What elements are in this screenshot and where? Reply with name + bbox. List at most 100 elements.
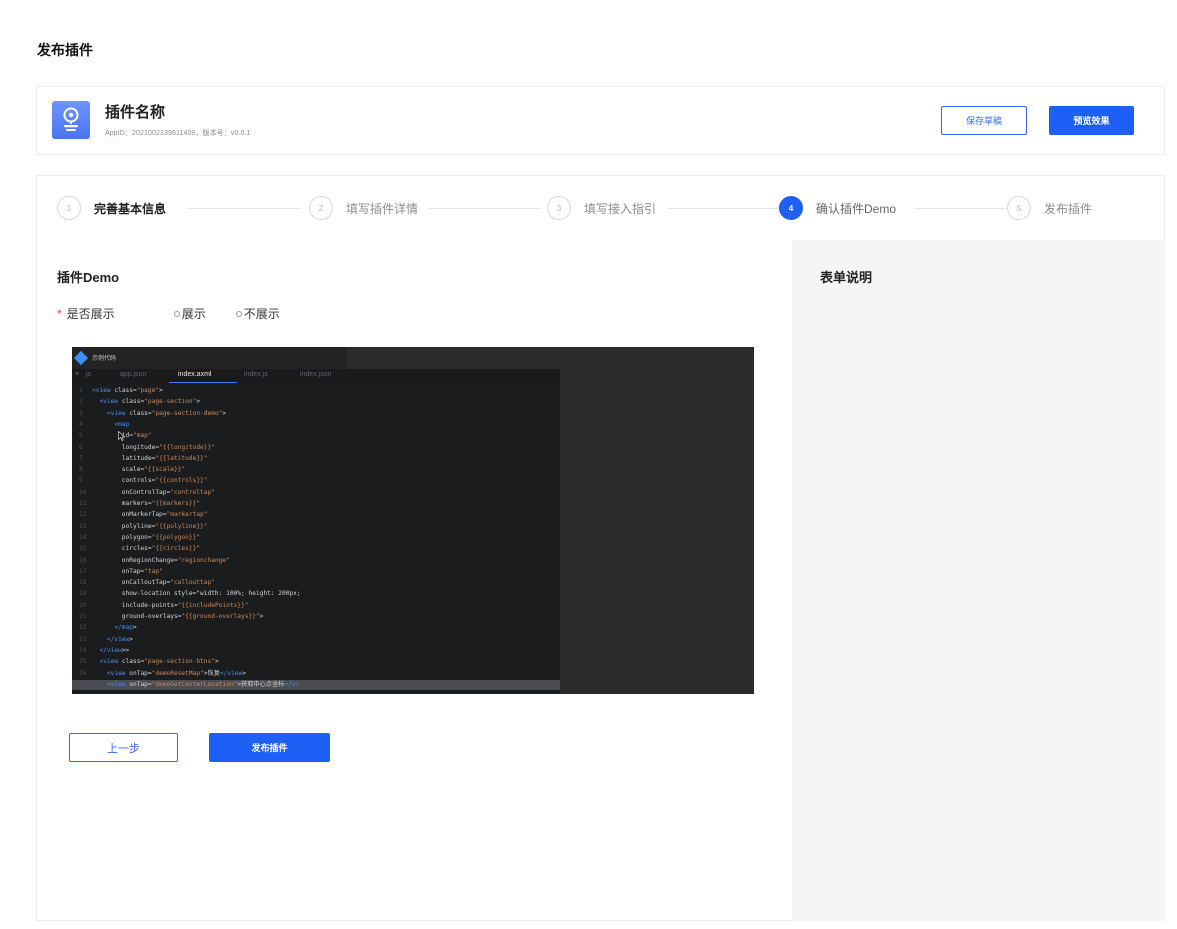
- code-text: </map>: [114, 624, 137, 632]
- line-number: 21: [79, 613, 87, 620]
- line-number: 25: [79, 658, 87, 666]
- code-text: onMarkerTap="markertap": [92, 511, 208, 519]
- line-number: 3: [79, 409, 83, 417]
- code-text: </view>>: [99, 646, 130, 654]
- line-number: 1: [79, 387, 83, 394]
- code-text: <view onTap="demoResetMap">恢复</view>: [106, 669, 246, 677]
- step-connector: [187, 208, 301, 209]
- code-line: 4 <map: [72, 420, 560, 430]
- demo-code-screenshot: 示例代码 ≡ js app.json index.axml index.js i…: [72, 347, 754, 694]
- line-number: 13: [79, 522, 87, 530]
- step-label: 填写接入指引: [584, 201, 657, 216]
- code-text: <view class="page-section-btns">: [99, 658, 219, 666]
- code-text: <view class="page-section">: [99, 398, 201, 406]
- line-number: 4: [79, 420, 83, 428]
- code-text: show-location style="width: 100%; height…: [92, 590, 301, 598]
- code-line: 12 onMarkerTap="markertap": [72, 510, 560, 520]
- demo-form-panel: 插件Demo * 是否展示 展示 不展示 示例代码 ≡ js app.json …: [36, 240, 792, 921]
- required-mark: *: [57, 306, 62, 321]
- save-draft-button[interactable]: 保存草稿: [941, 106, 1027, 135]
- publish-button[interactable]: 发布插件: [209, 733, 330, 762]
- prev-step-button[interactable]: 上一步: [69, 733, 178, 762]
- code-line: 5 id="map": [72, 431, 560, 441]
- preview-button[interactable]: 预览效果: [1049, 106, 1134, 135]
- step-3: 3 填写接入指引: [547, 196, 656, 220]
- radio-show[interactable]: 展示: [173, 305, 206, 322]
- radio-circle-icon: [235, 310, 242, 317]
- line-number: 19: [79, 590, 87, 598]
- code-window-title: 示例代码: [92, 356, 117, 362]
- code-text: polygon="{{polygon}}": [92, 533, 201, 541]
- code-line: 17 onTap="tap": [72, 567, 560, 577]
- code-line: 27 <view onTap="demoGetCenterLocation">获…: [72, 679, 560, 690]
- line-number: 20: [79, 601, 87, 609]
- step-4: 4 确认插件Demo: [779, 196, 896, 220]
- code-line: 22 </map>: [72, 623, 560, 633]
- code-text: controls="{{controls}}": [92, 477, 208, 485]
- code-line: 3 <view class="page-section-demo">: [72, 409, 560, 419]
- code-line: 19 show-location style="width: 100%; hei…: [72, 589, 560, 599]
- code-line: 24 </view>>: [72, 646, 560, 656]
- code-text: longitude="{{longitude}}": [92, 443, 215, 451]
- radio-label: 展示: [181, 307, 206, 321]
- code-line: 20 include-points="{{includePoints}}": [72, 601, 560, 611]
- code-line: 11 markers="{{markers}}": [72, 499, 560, 509]
- form-instructions-panel: 表单说明: [792, 240, 1165, 921]
- line-number: 11: [79, 500, 87, 507]
- code-text: <map: [114, 420, 130, 428]
- line-number: 8: [79, 466, 83, 474]
- code-tab: index.json: [300, 371, 332, 378]
- code-line: 9 controls="{{controls}}": [72, 476, 560, 486]
- radio-hide[interactable]: 不展示: [235, 305, 280, 322]
- line-number: 22: [79, 624, 87, 632]
- plugin-meta: AppID：2021002139611409，版本号：v0.0.1: [105, 130, 251, 137]
- code-editor: 1 <view class="page"> 2 <view class="page-…: [72, 383, 560, 694]
- step-number: 3: [547, 196, 571, 220]
- radio-circle-icon: [173, 310, 180, 317]
- code-text: onTap="tap": [92, 567, 163, 575]
- code-text: onRegionChange="regionchange": [92, 556, 230, 564]
- code-text: polyline="{{polyline}}": [92, 522, 208, 530]
- code-line: 15 circles="{{circles}}": [72, 544, 560, 554]
- line-number: 24: [79, 646, 87, 654]
- line-number: 26: [79, 669, 87, 677]
- code-line: 1 <view class="page">: [72, 386, 560, 396]
- show-demo-field: * 是否展示 展示 不展示: [57, 305, 280, 322]
- line-number: 17: [79, 567, 87, 575]
- step-1: 1 完善基本信息: [57, 196, 166, 220]
- code-text: <view class="page">: [92, 387, 163, 394]
- code-window-titlebar: 示例代码: [72, 347, 754, 369]
- code-text: scale="{{scale}}": [92, 466, 186, 474]
- menu-icon: ≡: [75, 371, 80, 378]
- line-number: 5: [79, 432, 83, 440]
- step-label: 发布插件: [1044, 201, 1093, 216]
- line-number: 16: [79, 556, 87, 564]
- code-line: 16 onRegionChange="regionchange": [72, 556, 560, 566]
- step-label: 完善基本信息: [94, 201, 167, 216]
- code-tab-active: index.axml: [178, 371, 212, 378]
- step-number: 1: [57, 196, 81, 220]
- code-tab: js: [86, 371, 92, 378]
- code-text: <view onTap="demoGetCenterLocation">获取中心…: [106, 680, 300, 688]
- line-number: 14: [79, 533, 87, 541]
- code-text: <view class="page-section-demo">: [106, 409, 227, 417]
- section-title: 插件Demo: [57, 270, 120, 285]
- code-text: latitude="{{latitude}}": [92, 454, 208, 462]
- line-number: 15: [79, 545, 87, 553]
- line-number: 18: [79, 579, 87, 587]
- code-line: 7 latitude="{{latitude}}": [72, 454, 560, 464]
- plugin-header-card: 插件名称 AppID：2021002139611409，版本号：v0.0.1 保…: [36, 86, 1165, 155]
- code-tab: app.json: [120, 371, 147, 378]
- code-line: 10 onControlTap="controltap": [72, 488, 560, 498]
- code-text: ground-overlays="{{ground-overlays}}">: [92, 613, 264, 620]
- code-text: circles="{{circles}}": [92, 545, 201, 553]
- code-tab: index.js: [244, 371, 268, 378]
- code-text: markers="{{markers}}": [92, 500, 201, 507]
- code-side-pane: [560, 369, 754, 694]
- code-tabs: ≡ js app.json index.axml index.js index.…: [72, 369, 560, 383]
- plugin-name: 插件名称: [105, 104, 166, 121]
- code-line: 2 <view class="page-section">: [72, 397, 560, 407]
- code-line: 13 polyline="{{polyline}}": [72, 522, 560, 532]
- code-line: 14 polygon="{{polygon}}": [72, 533, 560, 543]
- code-line: 8 scale="{{scale}}": [72, 465, 560, 475]
